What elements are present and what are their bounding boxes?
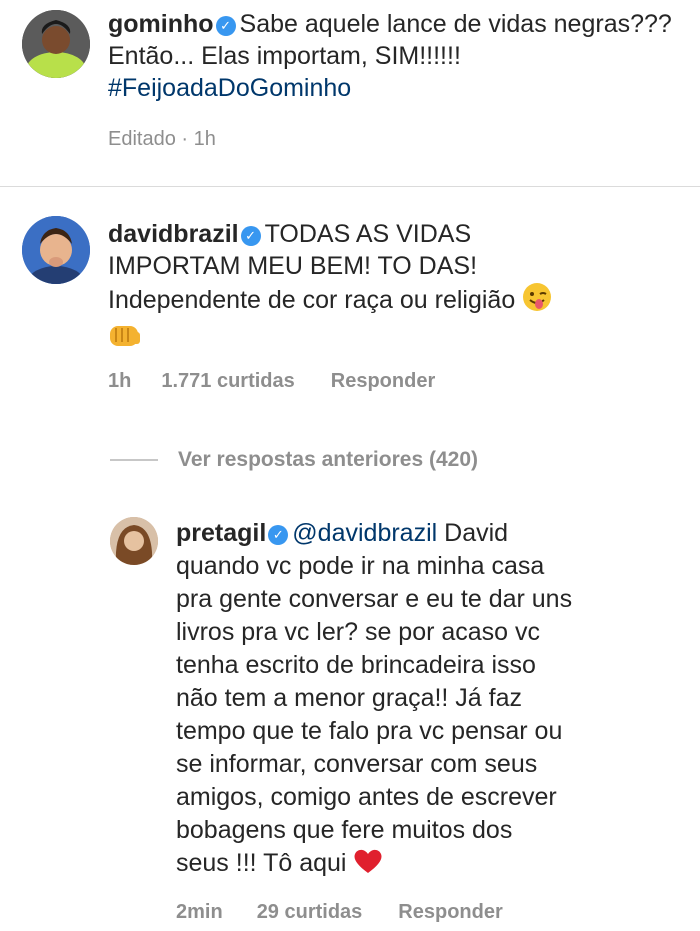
- edited-label: Editado · 1h: [108, 128, 216, 150]
- reply-pretagil: pretagil ✓ @davidbrazil David quando vc po…: [0, 505, 700, 931]
- likes-count[interactable]: 1.771 curtidas: [161, 370, 294, 393]
- comment-meta: Editado · 1h: [108, 128, 216, 151]
- avatar-gominho[interactable]: [22, 10, 90, 78]
- reply-meta: 2min 29 curtidas Responder: [176, 901, 535, 924]
- verified-badge-icon: ✓: [268, 525, 289, 545]
- comment-body-line1: TODAS AS VIDAS: [264, 220, 472, 248]
- comment-meta: 1h 1.771 curtidas Responder: [108, 370, 467, 393]
- reply-line: tenha escrito de brincadeira isso: [176, 651, 536, 679]
- username-gominho[interactable]: gominho: [108, 10, 214, 38]
- view-previous-replies-button[interactable]: Ver respostas anteriores (420): [110, 448, 478, 472]
- comment-davidbrazil: davidbrazil ✓ TODAS AS VIDAS IMPORTAM MEU …: [0, 200, 700, 430]
- comment-text: davidbrazil ✓ TODAS AS VIDAS IMPORTAM MEU …: [108, 218, 688, 358]
- section-divider: [0, 186, 700, 187]
- reply-line: quando vc pode ir na minha casa: [176, 552, 545, 580]
- reply-line: livros pra vc ler? se por acaso vc: [176, 618, 541, 646]
- verified-badge-icon: ✓: [215, 16, 236, 36]
- hashtag-link[interactable]: #FeijoadaDoGominho: [108, 74, 351, 102]
- oncoming-fist-emoji: [108, 320, 142, 358]
- view-previous-label: Ver respostas anteriores (420): [178, 448, 478, 471]
- reply-button[interactable]: Responder: [331, 370, 435, 393]
- username-davidbrazil[interactable]: davidbrazil: [108, 220, 239, 248]
- red-heart-emoji: [353, 847, 383, 884]
- reply-line: não tem a menor graça!! Já faz: [176, 684, 523, 712]
- replies-divider-line: [110, 459, 158, 462]
- reply-line: David: [444, 519, 509, 547]
- comment-body-line2: IMPORTAM MEU BEM! TO DAS!: [108, 252, 478, 280]
- reply-line: bobagens que fere muitos dos: [176, 816, 513, 844]
- username-pretagil[interactable]: pretagil: [176, 519, 266, 547]
- comment-time: 1h: [108, 370, 132, 392]
- reply-line: pra gente conversar e eu te dar uns: [176, 585, 573, 613]
- reply-line: tempo que te falo pra vc pensar ou: [176, 717, 563, 745]
- mention-link[interactable]: @davidbrazil: [292, 519, 437, 547]
- reply-line: se informar, conversar com seus: [176, 750, 538, 778]
- avatar-pretagil[interactable]: [110, 517, 158, 565]
- reply-line: seus !!! Tô aqui: [176, 849, 347, 877]
- reply-likes-count[interactable]: 29 curtidas: [257, 901, 363, 924]
- reply-button[interactable]: Responder: [398, 901, 502, 924]
- comment-gominho: gominho ✓ Sabe aquele lance de vidas negra…: [0, 0, 700, 186]
- comment-body-line3: Independente de cor raça ou religião: [108, 286, 516, 314]
- verified-badge-icon: ✓: [240, 226, 261, 246]
- reply-text: pretagil ✓ @davidbrazil David quando vc po…: [176, 517, 686, 884]
- winking-tongue-emoji: [522, 282, 552, 320]
- reply-time: 2min: [176, 901, 223, 923]
- avatar-davidbrazil[interactable]: [22, 216, 90, 284]
- reply-line: amigos, comigo antes de escrever: [176, 783, 557, 811]
- comment-text: gominho ✓ Sabe aquele lance de vidas negra…: [108, 8, 688, 104]
